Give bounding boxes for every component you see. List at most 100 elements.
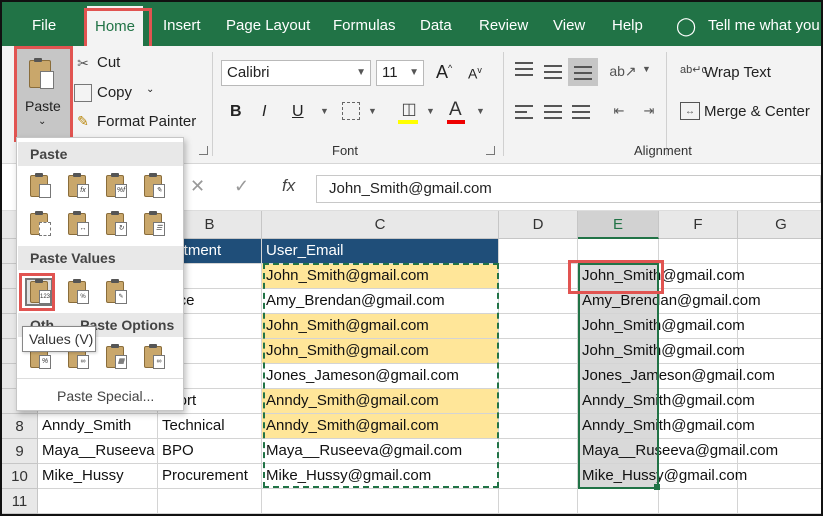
format-painter-button[interactable]: Format Painter bbox=[97, 113, 196, 130]
paste-values-source-formatting-icon[interactable]: ✎ bbox=[101, 278, 129, 306]
paste-picture-icon[interactable]: ▦ bbox=[101, 343, 129, 371]
cancel-icon[interactable]: ✕ bbox=[190, 176, 205, 197]
italic-button[interactable]: I bbox=[262, 103, 266, 121]
column-header-d[interactable]: D bbox=[499, 211, 578, 239]
cell[interactable] bbox=[738, 339, 821, 364]
wrap-text-button[interactable]: Wrap Text bbox=[704, 64, 771, 81]
tab-home[interactable]: Home bbox=[87, 6, 144, 46]
paste-values-icon[interactable]: 123 bbox=[25, 278, 53, 306]
cell[interactable] bbox=[499, 289, 578, 314]
column-header-c[interactable]: C bbox=[262, 211, 499, 239]
email-cell[interactable]: Anndy_Smith@gmail.com bbox=[262, 389, 499, 414]
email-cell[interactable]: Anndy_Smith@gmail.com bbox=[262, 414, 499, 439]
font-size-box[interactable]: 11 ▼ bbox=[376, 60, 424, 86]
fill-color-icon[interactable]: ◫ bbox=[398, 98, 420, 120]
row-header-9[interactable]: 9 bbox=[2, 439, 38, 464]
cell[interactable] bbox=[659, 239, 738, 264]
department-cell[interactable]: BPO bbox=[158, 439, 262, 464]
paste-linked-picture-icon[interactable]: ∞ bbox=[139, 343, 167, 371]
cell[interactable] bbox=[499, 264, 578, 289]
copy-dropdown-icon[interactable]: ⌄ bbox=[146, 84, 154, 95]
paste-button[interactable]: Paste ⌄ bbox=[16, 48, 70, 140]
increase-indent-icon[interactable]: ⇥ bbox=[638, 102, 660, 120]
enter-icon[interactable]: ✓ bbox=[234, 176, 249, 197]
cell[interactable] bbox=[738, 464, 821, 489]
cell[interactable] bbox=[499, 464, 578, 489]
cell[interactable] bbox=[738, 239, 821, 264]
fill-handle[interactable] bbox=[654, 484, 660, 490]
paste-special-item[interactable]: Paste Special... bbox=[57, 388, 154, 404]
cell[interactable] bbox=[499, 314, 578, 339]
department-cell[interactable]: Procurement bbox=[158, 464, 262, 489]
cell[interactable] bbox=[738, 314, 821, 339]
align-middle-icon[interactable] bbox=[544, 65, 562, 79]
email-cell[interactable]: John_Smith@gmail.com bbox=[262, 264, 499, 289]
paste-transpose-icon[interactable]: ↻ bbox=[101, 210, 129, 238]
cell[interactable] bbox=[499, 439, 578, 464]
email-cell[interactable]: Amy_Brendan@gmail.com bbox=[262, 289, 499, 314]
row-header-10[interactable]: 10 bbox=[2, 464, 38, 489]
borders-icon[interactable] bbox=[342, 102, 360, 120]
font-color-icon[interactable]: A bbox=[449, 99, 462, 121]
email-cell[interactable]: Mike_Hussy@gmail.com bbox=[262, 464, 499, 489]
insert-function-button[interactable]: fx bbox=[282, 176, 295, 196]
tab-data[interactable]: Data bbox=[420, 2, 452, 46]
merge-center-button[interactable]: Merge & Center bbox=[704, 103, 810, 120]
cell[interactable] bbox=[738, 264, 821, 289]
copy-button[interactable]: Copy bbox=[97, 84, 132, 101]
row-header-8[interactable]: 8 bbox=[2, 414, 38, 439]
column-header-f[interactable]: F bbox=[659, 211, 738, 239]
cut-button[interactable]: Cut bbox=[97, 54, 120, 71]
column-header-g[interactable]: G bbox=[738, 211, 821, 239]
tab-review[interactable]: Review bbox=[479, 2, 528, 46]
email-header-cell[interactable]: User_Email bbox=[262, 239, 499, 264]
align-bottom-button[interactable] bbox=[568, 58, 598, 86]
cell[interactable] bbox=[578, 489, 659, 514]
row-header-11[interactable]: 11 bbox=[2, 489, 38, 514]
paste-values-number-formatting-icon[interactable]: % bbox=[63, 278, 91, 306]
name-cell[interactable]: Mike_Hussy bbox=[38, 464, 158, 489]
clipboard-launcher-icon[interactable] bbox=[199, 146, 208, 155]
cell[interactable] bbox=[499, 364, 578, 389]
tab-formulas[interactable]: Formulas bbox=[333, 2, 396, 46]
cell[interactable] bbox=[499, 339, 578, 364]
cell[interactable] bbox=[738, 489, 821, 514]
cell[interactable] bbox=[659, 489, 738, 514]
cell[interactable] bbox=[499, 414, 578, 439]
align-right-icon[interactable] bbox=[572, 105, 590, 119]
formula-input[interactable]: John_Smith@gmail.com bbox=[316, 175, 821, 203]
cell[interactable] bbox=[38, 489, 158, 514]
increase-font-icon[interactable]: A^ bbox=[436, 62, 452, 83]
paste-formulas-number-formatting-icon[interactable]: %f bbox=[101, 172, 129, 200]
paste-no-borders-icon[interactable] bbox=[25, 210, 53, 238]
cell[interactable] bbox=[499, 489, 578, 514]
cell[interactable] bbox=[499, 389, 578, 414]
email-cell[interactable]: John_Smith@gmail.com bbox=[262, 339, 499, 364]
paste-formulas-icon[interactable]: fx bbox=[63, 172, 91, 200]
paste-keep-source-formatting-icon[interactable]: ✎ bbox=[139, 172, 167, 200]
bold-button[interactable]: B bbox=[230, 103, 242, 121]
font-name-box[interactable]: Calibri ▼ bbox=[221, 60, 371, 86]
tell-me-search[interactable]: Tell me what you bbox=[708, 2, 820, 46]
decrease-font-icon[interactable]: Av bbox=[468, 65, 482, 82]
column-header-e[interactable]: E bbox=[578, 211, 659, 239]
tab-insert[interactable]: Insert bbox=[163, 2, 201, 46]
email-cell[interactable]: Maya__Ruseeva@gmail.com bbox=[262, 439, 499, 464]
department-cell[interactable]: Technical bbox=[158, 414, 262, 439]
align-center-icon[interactable] bbox=[544, 105, 562, 119]
align-top-icon[interactable] bbox=[515, 62, 533, 76]
cell[interactable] bbox=[499, 239, 578, 264]
name-cell[interactable]: Maya__Ruseeva bbox=[38, 439, 158, 464]
paste-keep-column-widths-icon[interactable]: ↔ bbox=[63, 210, 91, 238]
cell[interactable] bbox=[158, 489, 262, 514]
paste-conditional-formatting-icon[interactable]: ☰ bbox=[139, 210, 167, 238]
tab-help[interactable]: Help bbox=[612, 2, 643, 46]
cell[interactable] bbox=[578, 239, 659, 264]
font-launcher-icon[interactable] bbox=[486, 146, 495, 155]
align-left-icon[interactable] bbox=[515, 105, 533, 119]
underline-button[interactable]: U bbox=[292, 103, 304, 121]
tab-view[interactable]: View bbox=[553, 2, 585, 46]
tab-file[interactable]: File bbox=[32, 2, 56, 46]
email-cell[interactable]: Jones_Jameson@gmail.com bbox=[262, 364, 499, 389]
decrease-indent-icon[interactable]: ⇤ bbox=[608, 102, 630, 120]
